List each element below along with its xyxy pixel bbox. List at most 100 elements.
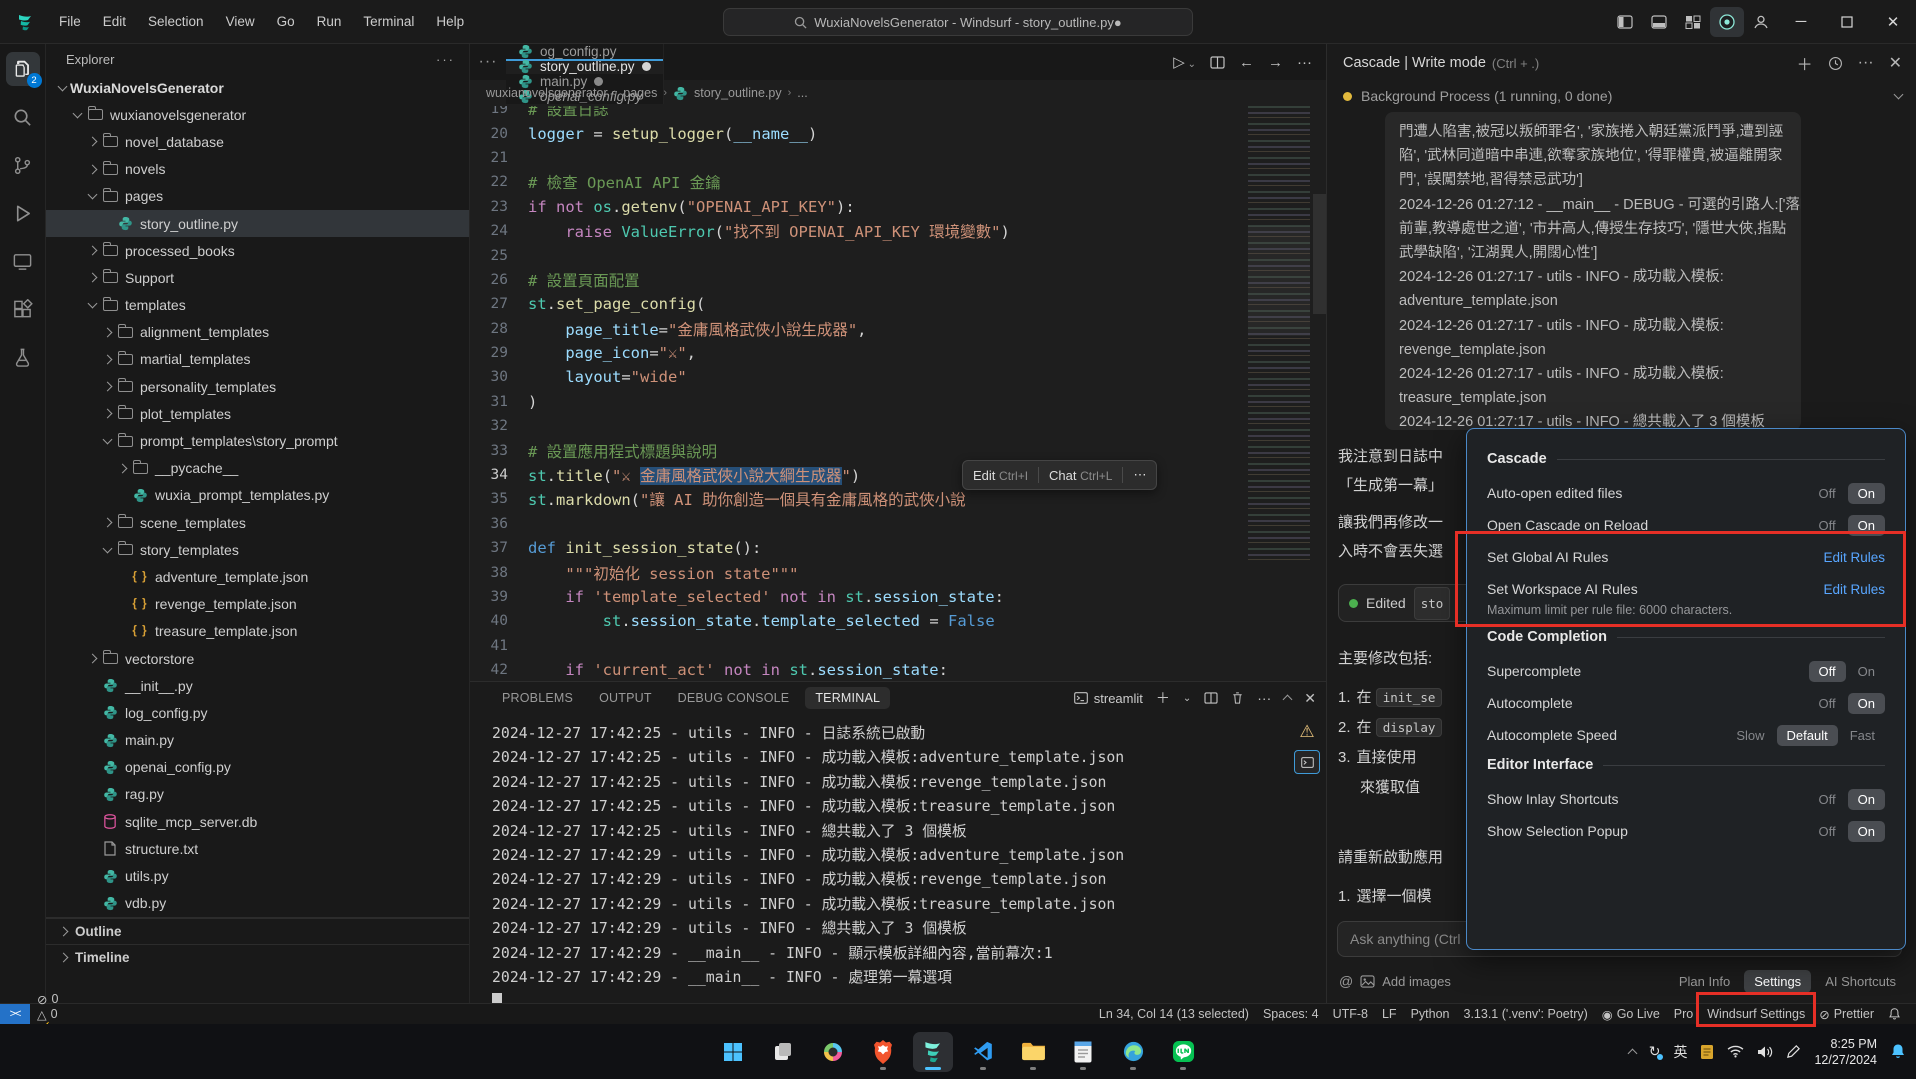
toggle-show-selection-popup-off[interactable]: Off bbox=[1809, 821, 1846, 842]
code-line-34[interactable]: 34st.title("⚔ 金庸風格武俠小說大綱生成器") bbox=[470, 463, 1326, 487]
taskbar-clock[interactable]: 8:25 PM 12/27/2024 bbox=[1814, 1036, 1877, 1068]
tab-overflow-icon[interactable]: ··· bbox=[470, 44, 506, 80]
tree-item-revenge_template.json[interactable]: { }revenge_template.json bbox=[46, 591, 469, 618]
toggle-autocomplete-speed-slow[interactable]: Slow bbox=[1726, 725, 1774, 746]
tree-item-martial_templates[interactable]: martial_templates bbox=[46, 346, 469, 373]
breadcrumb-item[interactable]: ... bbox=[797, 86, 807, 100]
customize-layout-icon[interactable] bbox=[1676, 7, 1710, 37]
menu-terminal[interactable]: Terminal bbox=[352, 10, 425, 33]
status-python[interactable]: Python bbox=[1404, 1004, 1457, 1024]
menu-view[interactable]: View bbox=[215, 10, 266, 33]
panel-more-actions-icon[interactable]: ··· bbox=[1257, 690, 1271, 706]
cascade-tab-plan-info[interactable]: Plan Info bbox=[1669, 970, 1740, 993]
taskbar-edge-icon[interactable] bbox=[1113, 1032, 1153, 1072]
tree-item-personality_templates[interactable]: personality_templates bbox=[46, 373, 469, 400]
tree-item-vectorstore[interactable]: vectorstore bbox=[46, 645, 469, 672]
background-process-row[interactable]: Background Process (1 running, 0 done) bbox=[1343, 88, 1902, 104]
code-line-33[interactable]: 33# 設置應用程式標題與說明 bbox=[470, 438, 1326, 462]
cascade-tab-ai-shortcuts[interactable]: AI Shortcuts bbox=[1815, 970, 1906, 993]
tree-item-main.py[interactable]: main.py bbox=[46, 727, 469, 754]
toggle-supercomplete-on[interactable]: On bbox=[1848, 661, 1885, 682]
sticky-notes-tray-icon[interactable] bbox=[1700, 1044, 1714, 1060]
terminal-profile[interactable]: streamlit bbox=[1074, 691, 1143, 706]
tab-story_outline.py[interactable]: story_outline.py bbox=[506, 59, 664, 74]
inline-chat-button[interactable]: Chat Ctrl+L bbox=[1049, 468, 1112, 483]
toggle-supercomplete-off[interactable]: Off bbox=[1809, 661, 1846, 682]
toggle-show-selection-popup-on[interactable]: On bbox=[1848, 821, 1885, 842]
menu-file[interactable]: File bbox=[48, 10, 92, 33]
taskbar-windsurf-icon[interactable] bbox=[913, 1032, 953, 1072]
tree-item-rag.py[interactable]: rag.py bbox=[46, 781, 469, 808]
maximize-panel-icon[interactable] bbox=[1284, 690, 1291, 706]
code-line-27[interactable]: 27st.set_page_config( bbox=[470, 292, 1326, 316]
cascade-new-chat-icon[interactable]: ＋ bbox=[1797, 51, 1813, 75]
tray-expand-icon[interactable] bbox=[1627, 1049, 1637, 1059]
status-pro[interactable]: Pro bbox=[1667, 1004, 1700, 1024]
toggle-show-inlay-shortcuts-off[interactable]: Off bbox=[1809, 789, 1846, 810]
cascade-more-icon[interactable]: ··· bbox=[1858, 54, 1874, 72]
mention-icon[interactable]: @ bbox=[1339, 973, 1353, 989]
close-button[interactable]: ✕ bbox=[1870, 0, 1916, 44]
taskbar-explorer-icon[interactable] bbox=[1013, 1032, 1053, 1072]
toggle-autocomplete-speed-fast[interactable]: Fast bbox=[1840, 725, 1885, 746]
editor-scrollbar[interactable] bbox=[1313, 194, 1326, 314]
toggle-show-inlay-shortcuts-on[interactable]: On bbox=[1848, 789, 1885, 810]
tree-item-story_templates[interactable]: story_templates bbox=[46, 536, 469, 563]
inline-more-button[interactable]: ⋯ bbox=[1133, 467, 1146, 483]
notification-bell-icon[interactable] bbox=[1890, 1043, 1906, 1060]
tree-item-processed_books[interactable]: processed_books bbox=[46, 237, 469, 264]
tree-item-__pycache__[interactable]: __pycache__ bbox=[46, 455, 469, 482]
code-line-22[interactable]: 22# 檢查 OpenAI API 金鑰 bbox=[470, 170, 1326, 194]
code-line-25[interactable]: 25 bbox=[470, 243, 1326, 267]
panel-tab-terminal[interactable]: Terminal bbox=[805, 687, 890, 709]
code-area[interactable]: 19# 設置日誌20logger = setup_logger(__name__… bbox=[470, 106, 1326, 681]
minimize-button[interactable]: ─ bbox=[1778, 0, 1824, 44]
split-editor-icon[interactable] bbox=[1210, 56, 1225, 69]
code-line-37[interactable]: 37def init_session_state(): bbox=[470, 536, 1326, 560]
dirty-indicator[interactable] bbox=[642, 62, 651, 71]
edit-rules-link[interactable]: Edit Rules bbox=[1823, 582, 1885, 597]
cascade-log-box[interactable]: 門遭人陷害,被冠以叛師罪名', '家族捲入朝廷黨派鬥爭,遭到誣陷', '武林同道… bbox=[1385, 112, 1801, 430]
panel-tab-problems[interactable]: Problems bbox=[492, 687, 583, 709]
code-line-24[interactable]: 24 raise ValueError("找不到 OPENAI_API_KEY … bbox=[470, 219, 1326, 243]
pen-icon[interactable] bbox=[1786, 1044, 1801, 1059]
account-icon[interactable] bbox=[1744, 7, 1778, 37]
code-line-39[interactable]: 39 if 'template_selected' not in st.sess… bbox=[470, 585, 1326, 609]
code-line-42[interactable]: 42 if 'current_act' not in st.session_st… bbox=[470, 658, 1326, 681]
tree-item-story_outline.py[interactable]: story_outline.py bbox=[46, 210, 469, 237]
menu-help[interactable]: Help bbox=[425, 10, 475, 33]
breadcrumb-item[interactable]: wuxianovelsgenerator bbox=[486, 86, 608, 100]
tree-item-prompt_templates\story_prompt[interactable]: prompt_templates\story_prompt bbox=[46, 427, 469, 454]
taskbar-line-icon[interactable] bbox=[1163, 1032, 1203, 1072]
code-line-23[interactable]: 23if not os.getenv("OPENAI_API_KEY"): bbox=[470, 195, 1326, 219]
tree-item-templates[interactable]: templates bbox=[46, 292, 469, 319]
tree-item-vdb.py[interactable]: vdb.py bbox=[46, 890, 469, 917]
tree-item-utils.py[interactable]: utils.py bbox=[46, 862, 469, 889]
terminal-dropdown-icon[interactable]: ⌄ bbox=[1183, 693, 1191, 704]
explorer-more-actions-icon[interactable]: ··· bbox=[436, 52, 455, 67]
tree-item-plot_templates[interactable]: plot_templates bbox=[46, 400, 469, 427]
menu-selection[interactable]: Selection bbox=[137, 10, 215, 33]
taskbar-notes-icon[interactable] bbox=[1063, 1032, 1103, 1072]
code-line-20[interactable]: 20logger = setup_logger(__name__) bbox=[470, 121, 1326, 145]
tab-og_config.py[interactable]: og_config.py bbox=[506, 44, 664, 59]
status-bell[interactable] bbox=[1881, 1004, 1908, 1024]
tree-item-alignment_templates[interactable]: alignment_templates bbox=[46, 319, 469, 346]
activity-extensions-icon[interactable] bbox=[6, 292, 40, 326]
toggle-auto-open-edited-files-on[interactable]: On bbox=[1848, 483, 1885, 504]
panel-tab-output[interactable]: Output bbox=[589, 687, 662, 709]
toggle-auto-open-edited-files-off[interactable]: Off bbox=[1809, 483, 1846, 504]
status-spaces-4[interactable]: Spaces: 4 bbox=[1256, 1004, 1326, 1024]
tree-item-openai_config.py[interactable]: openai_config.py bbox=[46, 754, 469, 781]
kill-terminal-icon[interactable] bbox=[1231, 691, 1244, 705]
code-line-32[interactable]: 32 bbox=[470, 414, 1326, 438]
toggle-open-cascade-on-reload-on[interactable]: On bbox=[1848, 515, 1885, 536]
sync-icon[interactable]: ↻ bbox=[1649, 1043, 1661, 1060]
cascade-tab-settings[interactable]: Settings bbox=[1744, 970, 1811, 993]
tree-item-wuxia_prompt_templates.py[interactable]: wuxia_prompt_templates.py bbox=[46, 482, 469, 509]
terminal-output[interactable]: 2024-12-27 17:42:25 - utils - INFO - 日誌系… bbox=[470, 714, 1326, 1015]
cascade-history-icon[interactable] bbox=[1828, 56, 1843, 71]
volume-icon[interactable] bbox=[1757, 1045, 1773, 1059]
run-python-file-icon[interactable]: ▷ ⌄ bbox=[1173, 53, 1196, 71]
code-line-41[interactable]: 41 bbox=[470, 634, 1326, 658]
